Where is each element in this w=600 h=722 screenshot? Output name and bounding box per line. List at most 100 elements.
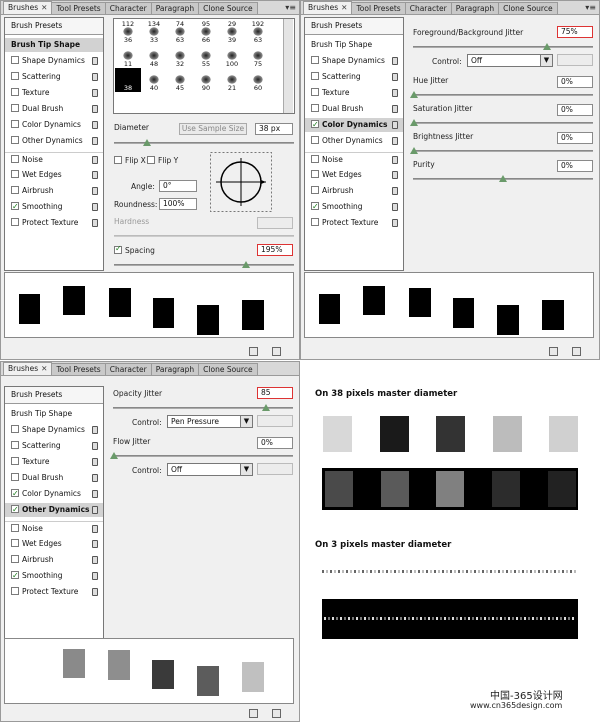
lock-icon[interactable] xyxy=(92,105,98,113)
brush-tip-cell[interactable]: 48 xyxy=(141,44,167,68)
lock-icon[interactable] xyxy=(92,474,98,482)
wet-edges-item[interactable]: Wet Edges xyxy=(5,168,103,182)
noise-item[interactable]: Noise xyxy=(5,152,103,166)
lock-icon[interactable] xyxy=(392,89,398,97)
color-dynamics-item[interactable]: Color Dynamics xyxy=(305,118,403,132)
noise-item[interactable]: Noise xyxy=(5,521,103,535)
other-dynamics-checkbox[interactable] xyxy=(11,503,19,517)
wet-edges-checkbox[interactable] xyxy=(11,170,19,178)
scattering-item[interactable]: Scattering xyxy=(305,70,403,84)
brush-tip-cell[interactable]: 75 xyxy=(245,44,271,68)
smoothing-item[interactable]: Smoothing xyxy=(305,200,403,214)
brightness-jitter-handle[interactable] xyxy=(410,147,418,154)
lock-icon[interactable] xyxy=(392,121,398,129)
lock-icon[interactable] xyxy=(392,137,398,145)
scattering-item[interactable]: Scattering xyxy=(5,70,103,84)
flow-jitter-input[interactable]: 0% xyxy=(257,437,293,449)
shape-dynamics-checkbox[interactable] xyxy=(311,56,319,64)
brush-tip-cell[interactable]: 95 66 xyxy=(193,20,219,44)
close-icon[interactable]: ✕ xyxy=(341,3,347,12)
tab-brushes[interactable]: Brushes ✕ xyxy=(3,362,53,375)
brush-tip-cell[interactable]: 11 xyxy=(115,44,141,68)
lock-icon[interactable] xyxy=(392,219,398,227)
control-select[interactable]: Off ▼ xyxy=(467,54,553,67)
airbrush-checkbox[interactable] xyxy=(311,186,319,194)
other-dynamics-checkbox[interactable] xyxy=(311,136,319,144)
noise-checkbox[interactable] xyxy=(11,524,19,532)
spacing-slider[interactable] xyxy=(114,264,294,266)
tip-grid-scrollbar[interactable] xyxy=(283,19,293,113)
airbrush-item[interactable]: Airbrush xyxy=(305,184,403,198)
lock-icon[interactable] xyxy=(392,73,398,81)
spacing-input[interactable]: 195% xyxy=(257,244,293,256)
brush-presets-item[interactable]: Brush Presets xyxy=(5,387,103,404)
smoothing-checkbox[interactable] xyxy=(11,569,19,583)
saturation-jitter-handle[interactable] xyxy=(410,119,418,126)
scattering-checkbox[interactable] xyxy=(11,72,19,80)
protect-texture-checkbox[interactable] xyxy=(11,587,19,595)
fg-bg-jitter-input[interactable]: 75% xyxy=(557,26,593,38)
flip-x-checkbox[interactable] xyxy=(114,156,122,164)
chevron-down-icon[interactable]: ▼ xyxy=(540,55,552,66)
lock-icon[interactable] xyxy=(92,219,98,227)
chevron-down-icon[interactable]: ▼ xyxy=(240,464,252,475)
hardness-slider[interactable] xyxy=(114,235,294,237)
lock-icon[interactable] xyxy=(92,89,98,97)
diameter-slider[interactable] xyxy=(114,142,294,144)
lock-icon[interactable] xyxy=(92,458,98,466)
chevron-down-icon[interactable]: ▼ xyxy=(240,416,252,427)
tab-character[interactable]: Character xyxy=(104,363,152,375)
texture-checkbox[interactable] xyxy=(311,88,319,96)
other-dynamics-checkbox[interactable] xyxy=(11,136,19,144)
brush-options-icon[interactable] xyxy=(249,347,258,356)
brush-presets-item[interactable]: Brush Presets xyxy=(305,18,403,35)
spacing-option[interactable]: Spacing xyxy=(114,244,155,255)
tab-clone-source[interactable]: Clone Source xyxy=(198,363,258,375)
brush-options-icon[interactable] xyxy=(549,347,558,356)
dual-brush-checkbox[interactable] xyxy=(11,473,19,481)
lock-icon[interactable] xyxy=(392,203,398,211)
tab-tool-presets[interactable]: Tool Presets xyxy=(351,2,406,14)
saturation-jitter-slider[interactable] xyxy=(413,122,593,124)
brush-options-icon[interactable] xyxy=(249,709,258,718)
protect-texture-item[interactable]: Protect Texture xyxy=(305,216,403,230)
other-dynamics-item[interactable]: Other Dynamics xyxy=(5,134,103,148)
lock-icon[interactable] xyxy=(92,572,98,580)
shape-dynamics-item[interactable]: Shape Dynamics xyxy=(5,423,103,437)
scattering-checkbox[interactable] xyxy=(11,441,19,449)
texture-item[interactable]: Texture xyxy=(305,86,403,100)
flow-control-select[interactable]: Off ▼ xyxy=(167,463,253,476)
purity-handle[interactable] xyxy=(499,175,507,182)
lock-icon[interactable] xyxy=(392,105,398,113)
color-dynamics-checkbox[interactable] xyxy=(11,120,19,128)
airbrush-checkbox[interactable] xyxy=(11,186,19,194)
lock-icon[interactable] xyxy=(92,171,98,179)
airbrush-item[interactable]: Airbrush xyxy=(5,553,103,567)
tab-brushes[interactable]: Brushes ✕ xyxy=(3,1,53,14)
other-dynamics-item[interactable]: Other Dynamics xyxy=(5,503,103,517)
brush-tip-cell[interactable]: 45 xyxy=(167,68,193,92)
lock-icon[interactable] xyxy=(392,171,398,179)
brush-tip-cell[interactable]: 60 xyxy=(245,68,271,92)
airbrush-item[interactable]: Airbrush xyxy=(5,184,103,198)
brush-tip-cell[interactable]: 192 63 xyxy=(245,20,271,44)
noise-checkbox[interactable] xyxy=(311,155,319,163)
fg-bg-jitter-handle[interactable] xyxy=(543,43,551,50)
wet-edges-item[interactable]: Wet Edges xyxy=(305,168,403,182)
scattering-checkbox[interactable] xyxy=(311,72,319,80)
dual-brush-checkbox[interactable] xyxy=(311,104,319,112)
lock-icon[interactable] xyxy=(92,556,98,564)
texture-item[interactable]: Texture xyxy=(5,455,103,469)
flow-jitter-slider[interactable] xyxy=(113,455,293,457)
lock-icon[interactable] xyxy=(92,506,98,514)
lock-icon[interactable] xyxy=(92,57,98,65)
tab-paragraph[interactable]: Paragraph xyxy=(150,2,200,14)
lock-icon[interactable] xyxy=(392,57,398,65)
spacing-checkbox[interactable] xyxy=(114,244,122,254)
dual-brush-item[interactable]: Dual Brush xyxy=(5,471,103,485)
protect-texture-item[interactable]: Protect Texture xyxy=(5,585,103,599)
lock-icon[interactable] xyxy=(92,156,98,164)
shape-dynamics-checkbox[interactable] xyxy=(11,425,19,433)
brush-tip-cell[interactable]: 32 xyxy=(167,44,193,68)
brush-tip-cell[interactable]: 40 xyxy=(141,68,167,92)
